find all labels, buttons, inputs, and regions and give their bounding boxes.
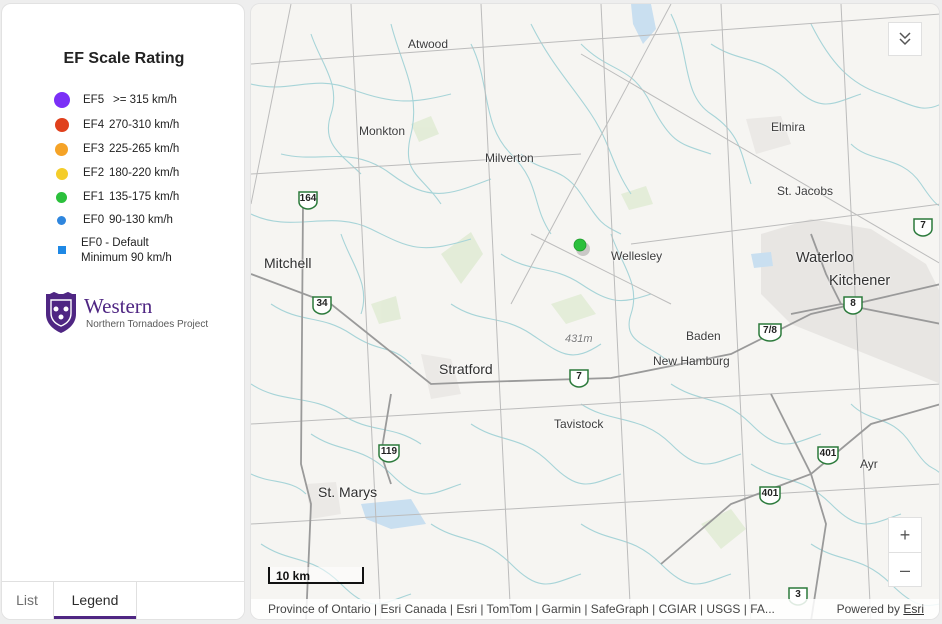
legend-item-ef0: EF0 90-130 km/h [2, 214, 244, 234]
scale-bar: 10 km [268, 567, 364, 584]
zoom-out-button[interactable]: – [889, 553, 921, 587]
legend-range: >= 315 km/h [113, 94, 177, 106]
ef1-symbol [56, 192, 67, 203]
place-stratford: Stratford [439, 361, 493, 377]
legend-panel: EF Scale Rating EF5 >= 315 km/h EF4 270-… [1, 3, 245, 620]
legend-item-ef2: EF2 180-220 km/h [2, 167, 244, 187]
legend-range: 270-310 km/h [109, 119, 180, 131]
place-milverton: Milverton [485, 151, 534, 165]
highway-shield-401-south: 401 [758, 485, 782, 505]
highway-shield-8: 8 [842, 295, 864, 315]
ef0-default-symbol [58, 246, 66, 254]
ef2-symbol [56, 168, 68, 180]
place-kitchener: Kitchener [829, 273, 891, 289]
place-st-jacobs: St. Jacobs [777, 184, 834, 198]
ef0-symbol [57, 216, 66, 225]
place-tavistock: Tavistock [554, 417, 604, 431]
western-logo: Western Northern Tornadoes Project [44, 292, 224, 338]
place-elmira: Elmira [771, 120, 806, 134]
basemap [251, 4, 939, 619]
scale-label: 10 km [276, 569, 311, 583]
legend-default-label: EF0 - Default [81, 237, 149, 249]
double-chevron-down-icon [899, 32, 911, 46]
attribution-bar: Province of Ontario | Esri Canada | Esri… [251, 599, 939, 619]
legend-range: 180-220 km/h [109, 167, 180, 179]
legend-code: EF3 [83, 143, 105, 155]
attribution-text[interactable]: Province of Ontario | Esri Canada | Esri… [268, 599, 775, 619]
ef3-symbol [55, 143, 68, 156]
highway-shield-401: 401 [816, 445, 840, 465]
tornado-marker-ef1[interactable] [573, 238, 587, 252]
legend-item-ef4: EF4 270-310 km/h [2, 118, 244, 139]
legend-range: 225-265 km/h [109, 143, 180, 155]
legend-code: EF4 [83, 119, 105, 131]
collapse-expand-button[interactable] [888, 22, 922, 56]
place-st-marys: St. Marys [318, 484, 378, 500]
highway-shield-119: 119 [377, 443, 401, 463]
tab-list[interactable]: List [2, 582, 52, 619]
ef4-symbol [55, 118, 69, 132]
highway-shield-164: 164 [297, 190, 319, 210]
highway-shield-34: 34 [311, 295, 333, 315]
legend-item-ef3: EF3 225-265 km/h [2, 143, 244, 163]
legend-code: EF1 [83, 191, 105, 203]
logo-subtitle: Northern Tornadoes Project [86, 319, 209, 330]
logo-name: Western [84, 294, 153, 318]
legend-range: 90-130 km/h [109, 214, 173, 226]
place-baden: Baden [686, 329, 721, 343]
legend-code: EF0 [83, 214, 105, 226]
map-view[interactable]: Atwood Monkton Milverton Elmira St. Jaco… [250, 3, 940, 620]
powered-by: Powered by Esri [836, 602, 924, 616]
place-new-hamburg: New Hamburg [653, 354, 730, 368]
place-wellesley: Wellesley [611, 249, 663, 263]
place-mitchell: Mitchell [264, 255, 312, 271]
zoom-controls: + – [888, 517, 922, 587]
legend-default-min: Minimum 90 km/h [81, 252, 172, 264]
legend-range: 135-175 km/h [109, 191, 180, 203]
panel-tabs: List Legend [2, 581, 244, 619]
legend-title: EF Scale Rating [63, 50, 185, 67]
place-ayr: Ayr [860, 457, 878, 471]
legend-item-ef5: EF5 >= 315 km/h [2, 92, 244, 114]
place-monkton: Monkton [359, 124, 406, 138]
highway-shield-7-8: 7/8 [757, 322, 783, 342]
elevation-label: 431m [565, 333, 593, 345]
legend-item-ef1: EF1 135-175 km/h [2, 191, 244, 211]
zoom-in-button[interactable]: + [889, 518, 921, 553]
highway-shield-7: 7 [568, 368, 590, 388]
legend-item-ef0-default: EF0 - Default Minimum 90 km/h [2, 237, 244, 267]
highway-shield-7-east: 7 [912, 217, 934, 237]
legend-code: EF2 [83, 167, 105, 179]
ef5-symbol [54, 92, 70, 108]
western-shield-icon [46, 292, 76, 333]
place-atwood: Atwood [408, 37, 449, 51]
tab-legend[interactable]: Legend [53, 582, 137, 619]
esri-link[interactable]: Esri [903, 602, 924, 616]
legend-code: EF5 [83, 94, 105, 106]
place-waterloo: Waterloo [796, 250, 854, 266]
